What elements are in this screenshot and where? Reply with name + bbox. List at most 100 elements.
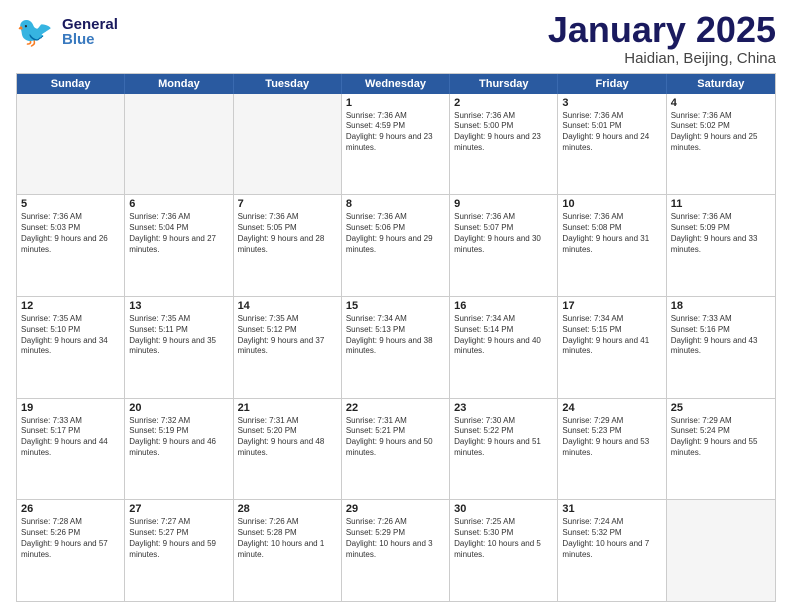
day-number-25: 25: [671, 402, 771, 414]
header-tuesday: Tuesday: [234, 74, 342, 94]
day-info-15: Sunrise: 7:34 AM Sunset: 5:13 PM Dayligh…: [346, 314, 445, 357]
day-17: 17 Sunrise: 7:34 AM Sunset: 5:15 PM Dayli…: [558, 297, 666, 398]
day-20: 20 Sunrise: 7:32 AM Sunset: 5:19 PM Dayli…: [125, 399, 233, 500]
day-number-9: 9: [454, 198, 553, 210]
empty-cell-4-6: [667, 500, 775, 601]
day-number-18: 18: [671, 300, 771, 312]
calendar-row-2: 5Sunrise: 7:36 AM Sunset: 5:03 PM Daylig…: [17, 195, 775, 297]
empty-cell-0-1: [125, 94, 233, 195]
calendar-row-5: 26Sunrise: 7:28 AM Sunset: 5:26 PM Dayli…: [17, 500, 775, 601]
day-info-29: Sunrise: 7:26 AM Sunset: 5:29 PM Dayligh…: [346, 517, 445, 560]
day-number-23: 23: [454, 402, 553, 414]
month-title: January 2025: [548, 10, 776, 50]
day-27: 27 Sunrise: 7:27 AM Sunset: 5:27 PM Dayli…: [125, 500, 233, 601]
day-21: 21 Sunrise: 7:31 AM Sunset: 5:20 PM Dayli…: [234, 399, 342, 500]
header-monday: Monday: [125, 74, 233, 94]
day-number-19: 19: [21, 402, 120, 414]
day-number-1: 1: [346, 97, 445, 109]
day-5: 5Sunrise: 7:36 AM Sunset: 5:03 PM Daylig…: [17, 195, 125, 296]
day-number-10: 10: [562, 198, 661, 210]
day-6: 6Sunrise: 7:36 AM Sunset: 5:04 PM Daylig…: [125, 195, 233, 296]
day-info-4: Sunrise: 7:36 AM Sunset: 5:02 PM Dayligh…: [671, 111, 771, 154]
day-info-21: Sunrise: 7:31 AM Sunset: 5:20 PM Dayligh…: [238, 416, 337, 459]
day-number-28: 28: [238, 503, 337, 515]
day-14: 14 Sunrise: 7:35 AM Sunset: 5:12 PM Dayli…: [234, 297, 342, 398]
day-number-21: 21: [238, 402, 337, 414]
day-number-2: 2: [454, 97, 553, 109]
day-3: 3Sunrise: 7:36 AM Sunset: 5:01 PM Daylig…: [558, 94, 666, 195]
day-31: 31 Sunrise: 7:24 AM Sunset: 5:32 PM Dayli…: [558, 500, 666, 601]
header-friday: Friday: [558, 74, 666, 94]
day-number-20: 20: [129, 402, 228, 414]
day-info-31: Sunrise: 7:24 AM Sunset: 5:32 PM Dayligh…: [562, 517, 661, 560]
day-18: 18 Sunrise: 7:33 AM Sunset: 5:16 PM Dayli…: [667, 297, 775, 398]
day-number-12: 12: [21, 300, 120, 312]
day-25: 25 Sunrise: 7:29 AM Sunset: 5:24 PM Dayli…: [667, 399, 775, 500]
day-info-18: Sunrise: 7:33 AM Sunset: 5:16 PM Dayligh…: [671, 314, 771, 357]
calendar-row-4: 19 Sunrise: 7:33 AM Sunset: 5:17 PM Dayli…: [17, 399, 775, 501]
day-info-17: Sunrise: 7:34 AM Sunset: 5:15 PM Dayligh…: [562, 314, 661, 357]
day-info-19: Sunrise: 7:33 AM Sunset: 5:17 PM Dayligh…: [21, 416, 120, 459]
day-info-6: Sunrise: 7:36 AM Sunset: 5:04 PM Dayligh…: [129, 212, 228, 255]
day-info-27: Sunrise: 7:27 AM Sunset: 5:27 PM Dayligh…: [129, 517, 228, 560]
day-number-4: 4: [671, 97, 771, 109]
svg-text:🐦: 🐦: [16, 16, 53, 49]
day-info-25: Sunrise: 7:29 AM Sunset: 5:24 PM Dayligh…: [671, 416, 771, 459]
day-number-31: 31: [562, 503, 661, 515]
header-wednesday: Wednesday: [342, 74, 450, 94]
day-info-20: Sunrise: 7:32 AM Sunset: 5:19 PM Dayligh…: [129, 416, 228, 459]
day-7: 7Sunrise: 7:36 AM Sunset: 5:05 PM Daylig…: [234, 195, 342, 296]
day-2: 2Sunrise: 7:36 AM Sunset: 5:00 PM Daylig…: [450, 94, 558, 195]
day-number-16: 16: [454, 300, 553, 312]
title-block: January 2025 Haidian, Beijing, China: [548, 10, 776, 67]
day-info-12: Sunrise: 7:35 AM Sunset: 5:10 PM Dayligh…: [21, 314, 120, 357]
day-info-10: Sunrise: 7:36 AM Sunset: 5:08 PM Dayligh…: [562, 212, 661, 255]
day-11: 11Sunrise: 7:36 AM Sunset: 5:09 PM Dayli…: [667, 195, 775, 296]
day-1: 1Sunrise: 7:36 AM Sunset: 4:59 PM Daylig…: [342, 94, 450, 195]
day-22: 22Sunrise: 7:31 AM Sunset: 5:21 PM Dayli…: [342, 399, 450, 500]
logo-bird-icon: 🐦: [16, 10, 60, 54]
calendar-row-3: 12 Sunrise: 7:35 AM Sunset: 5:10 PM Dayli…: [17, 297, 775, 399]
header-thursday: Thursday: [450, 74, 558, 94]
logo: 🐦 General Blue: [16, 10, 118, 54]
day-8: 8 Sunrise: 7:36 AM Sunset: 5:06 PM Daylig…: [342, 195, 450, 296]
empty-cell-0-0: [17, 94, 125, 195]
day-info-28: Sunrise: 7:26 AM Sunset: 5:28 PM Dayligh…: [238, 517, 337, 560]
day-24: 24Sunrise: 7:29 AM Sunset: 5:23 PM Dayli…: [558, 399, 666, 500]
day-13: 13 Sunrise: 7:35 AM Sunset: 5:11 PM Dayli…: [125, 297, 233, 398]
day-26: 26Sunrise: 7:28 AM Sunset: 5:26 PM Dayli…: [17, 500, 125, 601]
day-number-30: 30: [454, 503, 553, 515]
day-number-3: 3: [562, 97, 661, 109]
day-10: 10 Sunrise: 7:36 AM Sunset: 5:08 PM Dayli…: [558, 195, 666, 296]
day-number-14: 14: [238, 300, 337, 312]
day-number-8: 8: [346, 198, 445, 210]
day-29: 29 Sunrise: 7:26 AM Sunset: 5:29 PM Dayli…: [342, 500, 450, 601]
day-number-15: 15: [346, 300, 445, 312]
header: 🐦 General Blue January 2025 Haidian, Bei…: [16, 10, 776, 67]
day-number-29: 29: [346, 503, 445, 515]
day-23: 23 Sunrise: 7:30 AM Sunset: 5:22 PM Dayli…: [450, 399, 558, 500]
header-sunday: Sunday: [17, 74, 125, 94]
empty-cell-0-2: [234, 94, 342, 195]
day-info-16: Sunrise: 7:34 AM Sunset: 5:14 PM Dayligh…: [454, 314, 553, 357]
day-12: 12 Sunrise: 7:35 AM Sunset: 5:10 PM Dayli…: [17, 297, 125, 398]
day-number-17: 17: [562, 300, 661, 312]
day-9: 9 Sunrise: 7:36 AM Sunset: 5:07 PM Daylig…: [450, 195, 558, 296]
calendar-row-1: 1Sunrise: 7:36 AM Sunset: 4:59 PM Daylig…: [17, 94, 775, 196]
day-number-7: 7: [238, 198, 337, 210]
logo-blue: Blue: [62, 32, 118, 47]
day-info-24: Sunrise: 7:29 AM Sunset: 5:23 PM Dayligh…: [562, 416, 661, 459]
day-number-13: 13: [129, 300, 228, 312]
day-info-13: Sunrise: 7:35 AM Sunset: 5:11 PM Dayligh…: [129, 314, 228, 357]
day-info-8: Sunrise: 7:36 AM Sunset: 5:06 PM Dayligh…: [346, 212, 445, 255]
day-number-5: 5: [21, 198, 120, 210]
day-info-23: Sunrise: 7:30 AM Sunset: 5:22 PM Dayligh…: [454, 416, 553, 459]
day-number-27: 27: [129, 503, 228, 515]
location-title: Haidian, Beijing, China: [548, 50, 776, 67]
day-16: 16 Sunrise: 7:34 AM Sunset: 5:14 PM Dayli…: [450, 297, 558, 398]
day-19: 19 Sunrise: 7:33 AM Sunset: 5:17 PM Dayli…: [17, 399, 125, 500]
day-number-22: 22: [346, 402, 445, 414]
day-info-9: Sunrise: 7:36 AM Sunset: 5:07 PM Dayligh…: [454, 212, 553, 255]
day-info-14: Sunrise: 7:35 AM Sunset: 5:12 PM Dayligh…: [238, 314, 337, 357]
day-30: 30Sunrise: 7:25 AM Sunset: 5:30 PM Dayli…: [450, 500, 558, 601]
